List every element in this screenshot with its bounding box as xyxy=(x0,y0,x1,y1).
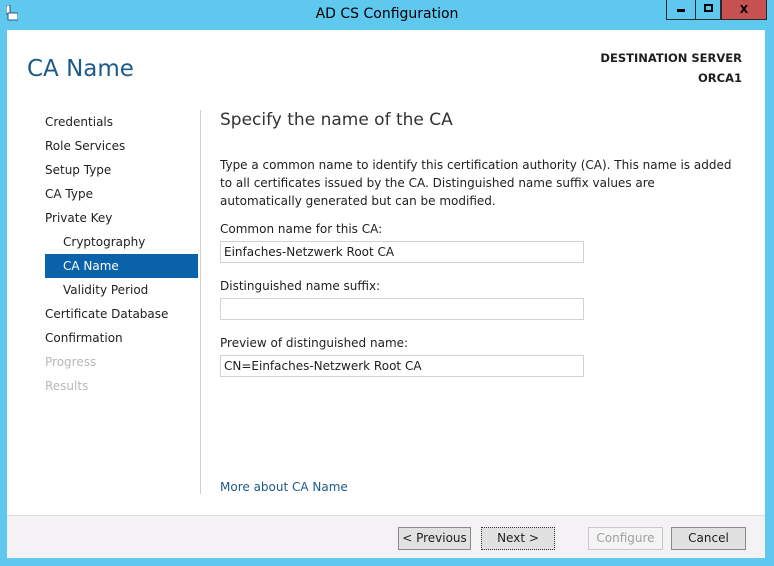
nav-item-certificate-database[interactable]: Certificate Database xyxy=(45,302,198,326)
configure-button[interactable]: Configure xyxy=(588,527,663,550)
preview-label: Preview of distinguished name: xyxy=(220,336,409,350)
nav-item-ca-type[interactable]: CA Type xyxy=(45,182,198,206)
common-name-label: Common name for this CA: xyxy=(220,222,383,236)
section-heading: Specify the name of the CA xyxy=(220,110,453,130)
nav-item-role-services[interactable]: Role Services xyxy=(45,134,198,158)
wizard-window: CA Name DESTINATION SERVER ORCA1 Credent… xyxy=(7,30,765,558)
footer: < Previous Next > Configure Cancel xyxy=(7,515,765,558)
nav-item-cryptography[interactable]: Cryptography xyxy=(45,230,198,254)
cancel-button[interactable]: Cancel xyxy=(671,527,746,550)
common-name-input[interactable]: Einfaches-Netzwerk Root CA xyxy=(220,241,584,263)
server-name: ORCA1 xyxy=(698,71,742,85)
nav-item-results: Results xyxy=(45,379,89,393)
more-about-link[interactable]: More about CA Name xyxy=(220,480,348,494)
destination-server: DESTINATION SERVER ORCA1 xyxy=(600,48,742,88)
previous-button[interactable]: < Previous xyxy=(398,527,471,550)
nav-item-ca-name[interactable]: CA Name xyxy=(45,254,198,278)
wizard-nav: Credentials Role Services Setup Type CA Typ… xyxy=(45,110,198,398)
nav-item-validity-period[interactable]: Validity Period xyxy=(45,278,198,302)
title-bar: AD CS Configuration X xyxy=(0,0,774,30)
suffix-input[interactable] xyxy=(220,298,584,320)
next-button[interactable]: Next > xyxy=(481,527,555,550)
minimize-button[interactable] xyxy=(666,0,696,20)
nav-item-private-key[interactable]: Private Key xyxy=(45,206,198,230)
nav-item-confirmation[interactable]: Confirmation xyxy=(45,326,198,350)
nav-item-credentials[interactable]: Credentials xyxy=(45,110,198,134)
divider xyxy=(200,110,201,494)
nav-item-progress: Progress xyxy=(45,355,97,369)
main-content: Specify the name of the CA Type a common… xyxy=(220,110,740,393)
maximize-button[interactable] xyxy=(695,0,721,20)
page-title: CA Name xyxy=(27,56,134,82)
close-button[interactable]: X xyxy=(721,0,767,20)
suffix-label: Distinguished name suffix: xyxy=(220,279,381,293)
destination-label: DESTINATION SERVER xyxy=(600,51,742,65)
window-title: AD CS Configuration xyxy=(315,6,459,22)
description: Type a common name to identify this cert… xyxy=(220,158,732,208)
nav-item-setup-type[interactable]: Setup Type xyxy=(45,158,198,182)
preview-field: CN=Einfaches-Netzwerk Root CA xyxy=(220,355,584,377)
